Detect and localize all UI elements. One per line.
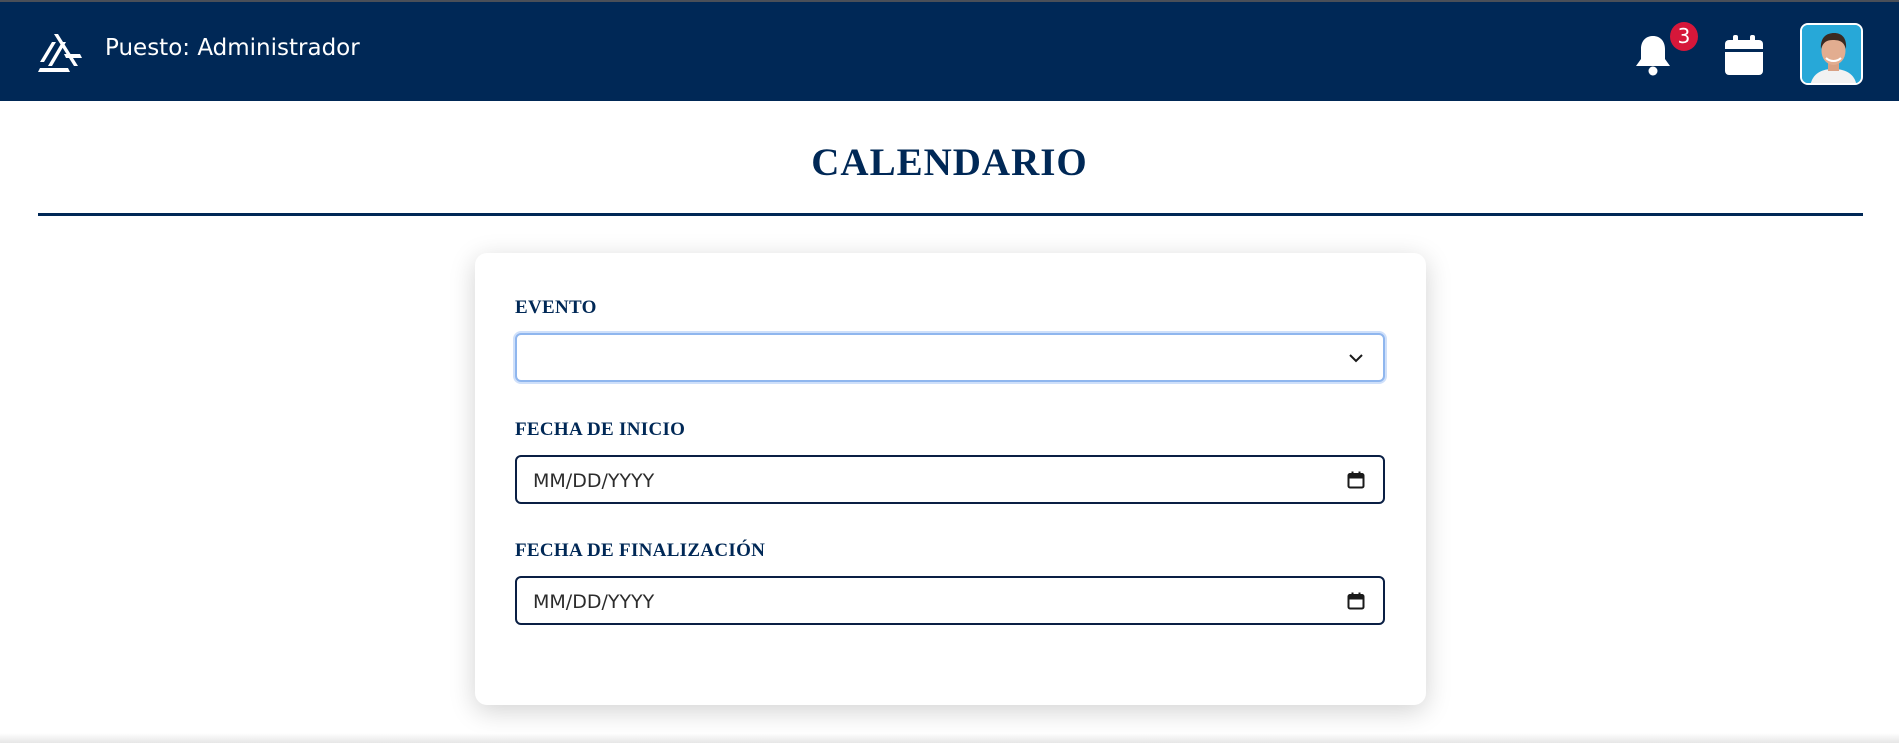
- event-select[interactable]: [515, 333, 1385, 382]
- title-divider: [38, 213, 1863, 216]
- event-label: EVENTO: [515, 297, 597, 318]
- top-navbar: Puesto: Administrador 3: [0, 2, 1899, 101]
- calendar-icon[interactable]: [1722, 32, 1766, 78]
- start-date-label: FECHA DE INICIO: [515, 419, 686, 440]
- end-date-input[interactable]: MM/DD/YYYY: [515, 576, 1385, 625]
- end-date-label: FECHA DE FINALIZACIÓN: [515, 540, 766, 561]
- calendar-picker-icon[interactable]: [1347, 592, 1365, 610]
- page-title: CALENDARIO: [811, 141, 1088, 184]
- user-avatar[interactable]: [1800, 23, 1863, 85]
- user-role-text: Puesto: Administrador: [105, 35, 360, 61]
- start-date-placeholder: MM/DD/YYYY: [533, 470, 655, 492]
- end-date-placeholder: MM/DD/YYYY: [533, 591, 655, 613]
- start-date-input[interactable]: MM/DD/YYYY: [515, 455, 1385, 504]
- logo-icon[interactable]: [38, 32, 82, 72]
- notification-count-badge: 3: [1670, 22, 1698, 51]
- event-form-card: EVENTO FECHA DE INICIO MM/DD/YYYY FECHA …: [475, 253, 1426, 705]
- chevron-down-icon: [1349, 354, 1363, 363]
- footer-edge: [0, 733, 1899, 743]
- calendar-picker-icon[interactable]: [1347, 471, 1365, 489]
- user-photo-icon: [1802, 25, 1861, 83]
- bell-icon[interactable]: [1630, 32, 1676, 78]
